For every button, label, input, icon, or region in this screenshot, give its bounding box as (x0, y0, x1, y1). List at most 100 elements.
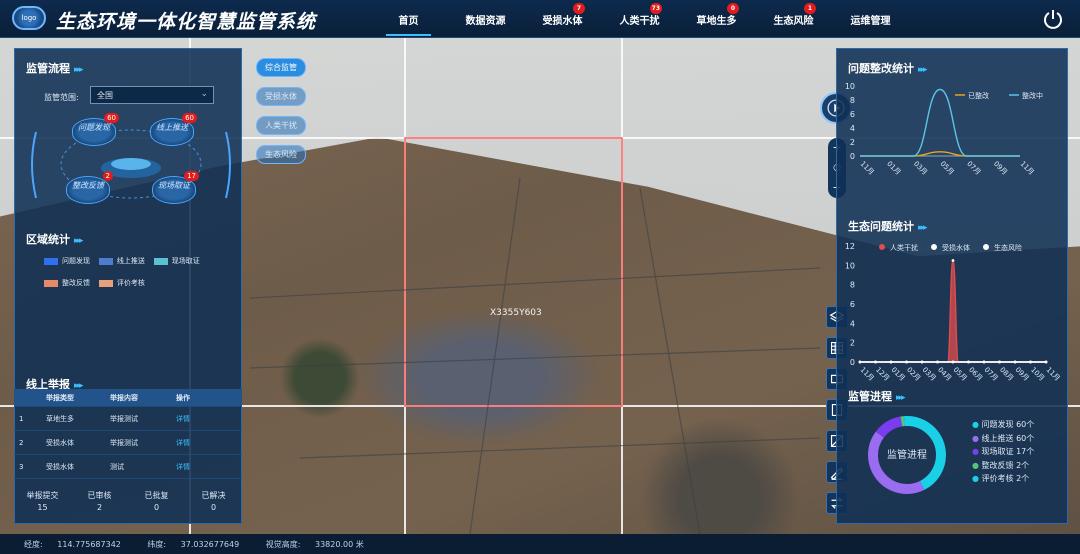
data-point (874, 360, 877, 364)
series-line (860, 88, 1020, 157)
data-point (858, 360, 862, 364)
nav-badge: 7 (573, 2, 585, 14)
y-tick-label: 8 (850, 96, 855, 105)
legend-item: ● 线上推送 60个 (972, 433, 1035, 443)
data-point (951, 360, 955, 364)
data-point (1044, 360, 1048, 364)
x-tick-label: 01月 (885, 160, 902, 177)
total-approved: 已批复 0 (144, 491, 169, 512)
legend-item: 问题发现 (44, 256, 90, 266)
legend-item: ● 现场取证 17个 (972, 447, 1035, 456)
total-submitted: 举报提交 15 (26, 491, 59, 512)
table-row: 3 受损水体 测试 详情 (14, 455, 242, 479)
nav-data-resources[interactable]: 数据资源 (447, 12, 524, 27)
power-icon[interactable] (1042, 8, 1064, 30)
lat-readout: 纬度: 37.032677649 (147, 540, 240, 549)
data-point (889, 360, 893, 364)
x-tick-label: 09月 (992, 160, 1009, 177)
nav-ops[interactable]: 运维管理 (832, 12, 909, 27)
x-tick-label: 11月 (1019, 160, 1036, 177)
logo: logo (12, 6, 46, 30)
progress-title: 监管进程 ▸▸▸ (848, 390, 905, 403)
data-point (998, 360, 1001, 364)
app-title: 生态环境一体化智慧监管系统 (56, 11, 317, 33)
legend-label: 受损水体 (942, 243, 970, 252)
x-tick-label: 05月 (952, 366, 969, 383)
y-tick-label: 10 (845, 261, 855, 270)
flow-diagram: 问题发现 60 线上推送 60 整改反馈 2 现场取证 17 (28, 112, 234, 216)
legend-label: 生态风险 (994, 243, 1022, 252)
detail-link[interactable]: 详情 (176, 462, 216, 472)
nav-eco-risk[interactable]: 生态风险 1 (755, 2, 832, 27)
total-reviewed: 已审核 2 (87, 491, 112, 512)
y-tick-label: 6 (850, 300, 855, 309)
y-tick-label: 10 (845, 82, 855, 91)
detail-link[interactable]: 详情 (176, 438, 216, 448)
flow-step-evidence[interactable]: 现场取证 17 (152, 171, 199, 204)
flow-title: 监管流程 ▸▸▸ (26, 62, 83, 75)
legend-item: ● 评价考核 2个 (972, 474, 1030, 483)
x-tick-label: 07月 (965, 160, 982, 177)
x-tick-label: 01月 (890, 366, 907, 383)
total-solved: 已解决 0 (201, 491, 226, 512)
scope-select[interactable]: 全国 ⌄ (90, 86, 214, 104)
flow-step-discover[interactable]: 问题发现 60 (72, 113, 119, 146)
layer-tag-risk[interactable]: 生态风险 (256, 145, 306, 164)
nav-badge: 1 (804, 2, 816, 14)
main-nav: 首页 数据资源 受损水体 7 人类干扰 73 草地生多 0 生态风险 1 运维管理 (370, 0, 909, 38)
x-tick-label: 11月 (1045, 366, 1062, 383)
lon-readout: 经度: 114.775687342 (24, 540, 121, 549)
x-tick-label: 05月 (939, 160, 956, 177)
data-point (1029, 360, 1032, 364)
legend-item: 线上推送 (98, 256, 145, 266)
data-point (951, 259, 955, 262)
flow-step-feedback[interactable]: 整改反馈 2 (66, 171, 113, 204)
detail-link[interactable]: 详情 (176, 414, 216, 424)
series-area (860, 260, 1046, 362)
nav-human-disturbance[interactable]: 人类干扰 73 (601, 2, 678, 27)
flow-step-push[interactable]: 线上推送 60 (150, 113, 197, 146)
top-header: logo 生态环境一体化智慧监管系统 首页 数据资源 受损水体 7 人类干扰 73 … (0, 0, 1080, 38)
legend-label: 整改中 (1022, 91, 1043, 100)
x-tick-label: 03月 (921, 366, 938, 383)
legend-swatch (983, 244, 989, 250)
x-tick-label: 11月 (859, 366, 876, 383)
progress-center-label: 监管进程 (887, 450, 927, 461)
x-tick-label: 03月 (912, 160, 929, 177)
layer-tag-water[interactable]: 受损水体 (256, 87, 306, 106)
y-tick-label: 0 (850, 358, 855, 367)
flow-ring (31, 129, 231, 199)
rectify-chart: 0 2 4 6 8 10 11月 01月 03月 05月 07月 09月 11月 已整改 整改中 (845, 82, 1043, 177)
x-tick-label: 10月 (1029, 366, 1046, 383)
layer-tag-human[interactable]: 人类干扰 (256, 116, 306, 135)
nav-badge: 73 (649, 2, 662, 14)
x-tick-label: 04月 (936, 366, 953, 383)
x-tick-label: 07月 (983, 366, 1000, 383)
x-tick-label: 08月 (998, 366, 1015, 383)
nav-grassland[interactable]: 草地生多 0 (678, 2, 755, 27)
layer-tag-overall[interactable]: 综合监管 (256, 58, 306, 77)
table-row: 1 草地生多 举报测试 详情 (14, 407, 242, 431)
nav-damaged-water[interactable]: 受损水体 7 (524, 2, 601, 27)
x-tick-label: 09月 (1014, 366, 1031, 383)
y-tick-label: 2 (850, 339, 855, 348)
progress-legend: ● 问题发现 60个 ● 线上推送 60个 ● 现场取证 17个 ● 整改反馈 … (972, 418, 1034, 486)
eco-chart: 02468101211月12月01月02月03月04月05月06月07月08月0… (845, 242, 1062, 383)
table-header: 举报类型 举报内容 操作 (14, 389, 242, 407)
selected-grid-cell (404, 137, 623, 407)
data-point (905, 360, 908, 364)
nav-badge: 0 (727, 2, 739, 14)
y-tick-label: 2 (850, 138, 855, 147)
nav-home[interactable]: 首页 (370, 12, 447, 36)
legend-item: ● 整改反馈 2个 (972, 460, 1030, 470)
legend-label: 已整改 (968, 91, 989, 100)
data-point (936, 360, 939, 364)
y-tick-label: 6 (850, 110, 855, 119)
grid-cell-label: X3355Y603 (490, 308, 542, 318)
table-row: 2 受损水体 举报测试 详情 (14, 431, 242, 455)
data-point (967, 360, 970, 364)
scope-label: 监管范围: (44, 93, 79, 102)
region-title: 区域统计 ▸▸▸ (26, 233, 83, 246)
y-tick-label: 4 (850, 319, 855, 328)
legend-swatch (931, 244, 937, 250)
